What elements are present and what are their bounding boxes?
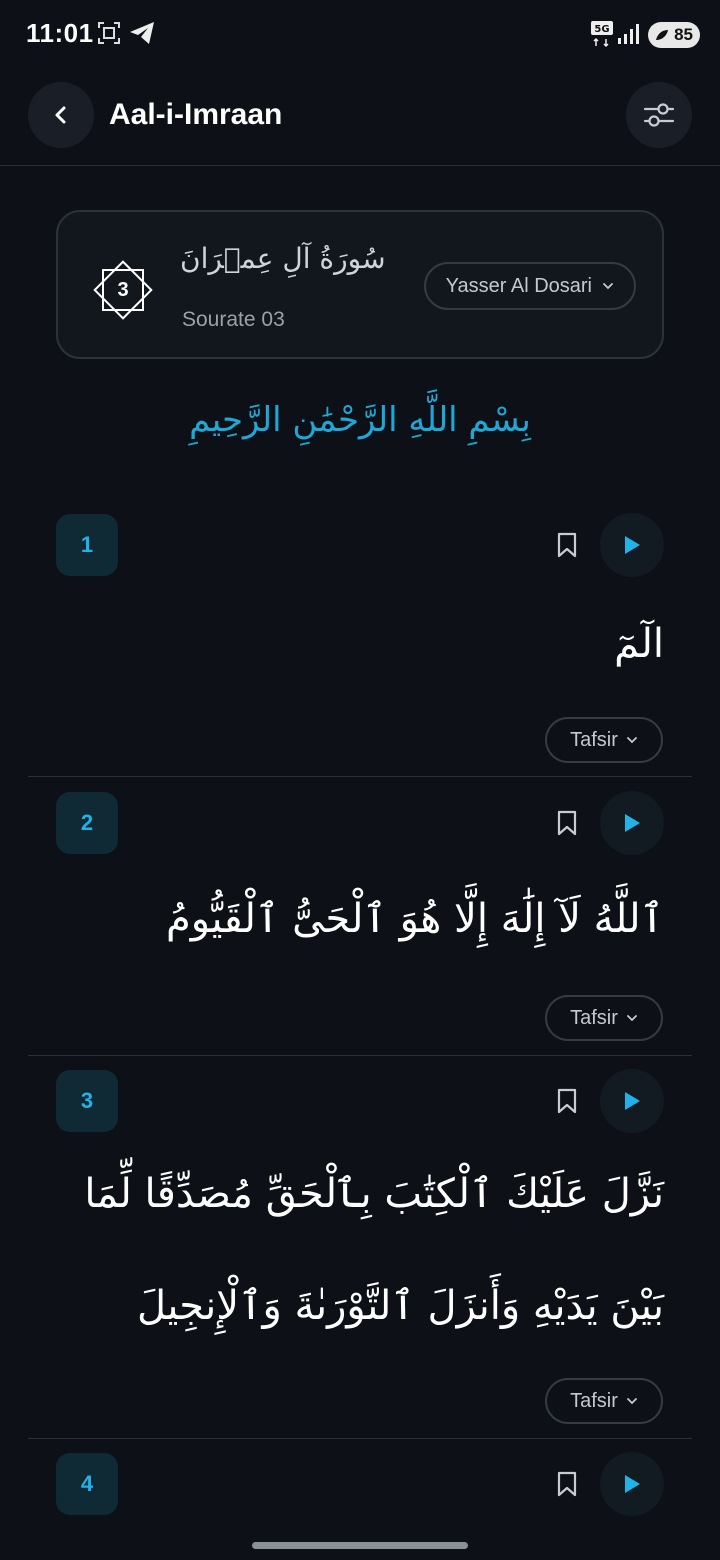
chevron-left-icon [55, 106, 66, 124]
chevron-down-icon [626, 1398, 637, 1405]
play-icon [625, 1092, 640, 1110]
screenshot-icon [96, 20, 122, 51]
app-header: Aal-i-Imraan [0, 70, 720, 166]
bookmark-button[interactable] [552, 530, 582, 560]
tafsir-button[interactable]: Tafsir [545, 995, 663, 1041]
surah-number: 3 [117, 278, 129, 301]
battery-indicator: 85 [648, 22, 700, 48]
surah-calligraphy: سُورَةُ آلِ عِمۡرَانَ [180, 242, 386, 275]
page-title: Aal-i-Imraan [109, 98, 283, 131]
play-button[interactable] [600, 1069, 664, 1133]
bookmark-icon [557, 1471, 577, 1497]
verse-arabic-text: ٱللَّهُ لَآ إِلَٰهَ إِلَّا هُوَ ٱلْحَىُّ… [166, 896, 664, 942]
surah-subtitle: Sourate 03 [182, 308, 285, 331]
bookmark-icon [557, 810, 577, 836]
play-icon [625, 814, 640, 832]
reciter-name: Yasser Al Dosari [445, 274, 592, 297]
bookmark-icon [557, 1088, 577, 1114]
tafsir-button[interactable]: Tafsir [545, 717, 663, 763]
signal-icon [616, 22, 640, 51]
verse-item: 3 نَزَّلَ عَلَيْكَ ٱلْكِتَٰبَ بِٱلْحَقِّ… [28, 1056, 692, 1439]
bookmark-icon [557, 532, 577, 558]
verse-number: 1 [56, 514, 118, 576]
status-time: 11:01 [26, 18, 94, 48]
tafsir-label: Tafsir [570, 728, 618, 751]
play-icon [625, 1475, 640, 1493]
status-bar: 11:01 5G 85 [0, 0, 720, 70]
tafsir-label: Tafsir [570, 1389, 618, 1412]
surah-info-card: 3 سُورَةُ آلِ عِمۡرَانَ Sourate 03 Yasse… [56, 210, 664, 359]
sliders-icon [643, 103, 675, 127]
battery-level: 85 [674, 25, 693, 44]
telegram-icon [128, 20, 156, 51]
verse-number: 3 [56, 1070, 118, 1132]
bookmark-button[interactable] [552, 1469, 582, 1499]
battery-saver-icon [656, 30, 668, 40]
verse-number: 4 [56, 1453, 118, 1515]
chevron-down-icon [626, 1015, 637, 1022]
verse-item: 1 الٓمٓ Tafsir [28, 500, 692, 777]
network-5g-icon: 5G [590, 20, 614, 53]
bookmark-button[interactable] [552, 808, 582, 838]
reciter-dropdown[interactable]: Yasser Al Dosari [423, 262, 636, 310]
play-button[interactable] [600, 1452, 664, 1516]
settings-button[interactable] [626, 82, 692, 148]
svg-text:5G: 5G [594, 24, 609, 35]
verse-number: 2 [56, 792, 118, 854]
verse-item: 2 ٱللَّهُ لَآ إِلَٰهَ إِلَّا هُوَ ٱلْحَى… [28, 777, 692, 1056]
verse-arabic-text: الٓمٓ [614, 621, 664, 667]
home-indicator[interactable] [252, 1542, 468, 1549]
chevron-down-icon [603, 283, 613, 290]
verse-arabic-text-line-1: نَزَّلَ عَلَيْكَ ٱلْكِتَٰبَ بِٱلْحَقِّ م… [84, 1171, 664, 1217]
bookmark-button[interactable] [552, 1086, 582, 1116]
verse-arabic-text-line-2: بَيْنَ يَدَيْهِ وَأَنزَلَ ٱلتَّوْرَىٰةَ … [136, 1283, 664, 1329]
tafsir-button[interactable]: Tafsir [545, 1378, 663, 1424]
chevron-down-icon [626, 737, 637, 744]
play-icon [625, 536, 640, 554]
back-button[interactable] [28, 82, 94, 148]
surah-number-badge: 3 [90, 257, 156, 323]
bismillah: بِسْمِ اللَّهِ الرَّحْمَٰنِ الرَّحِيمِ [189, 400, 531, 440]
play-button[interactable] [600, 791, 664, 855]
tafsir-label: Tafsir [570, 1006, 618, 1029]
play-button[interactable] [600, 513, 664, 577]
